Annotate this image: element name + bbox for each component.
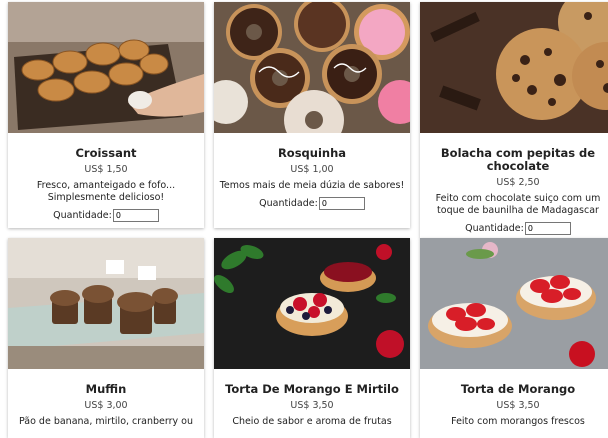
quantity-input[interactable]	[318, 197, 365, 210]
quantity-row: Quantidade:	[424, 222, 608, 235]
product-description: Feito com morangos frescos	[451, 416, 585, 427]
product-price: US$ 1,50	[84, 164, 128, 175]
quantity-row: Quantidade:	[218, 197, 406, 210]
product-name: Croissant	[75, 146, 137, 160]
quantity-input[interactable]	[112, 209, 159, 222]
quantity-label: Quantidade:	[465, 223, 524, 234]
quantity-label: Quantidade:	[53, 210, 112, 221]
product-name: Bolacha com pepitas de chocolate	[440, 146, 596, 173]
product-card-muffin: Muffin US$ 3,00 Pão de banana, mirtilo, …	[8, 238, 204, 438]
product-name: Muffin	[85, 382, 127, 396]
muffin-photo	[8, 238, 204, 369]
product-card-torta-morango: Torta de Morango US$ 3,50 Feito com mora…	[420, 238, 608, 438]
product-price: US$ 2,50	[496, 177, 540, 188]
product-description: Temos mais de meia dúzia de sabores!	[219, 180, 405, 191]
product-price: US$ 3,50	[496, 400, 540, 411]
product-card-rosquinha: Rosquinha US$ 1,00 Temos mais de meia dú…	[214, 2, 410, 228]
product-price: US$ 3,50	[290, 400, 334, 411]
product-card-croissant: Croissant US$ 1,50 Fresco, amanteigado e…	[8, 2, 204, 228]
berry-tart-photo	[214, 238, 410, 369]
product-description: Feito com chocolate suiço com um toque d…	[435, 193, 601, 216]
croissant-photo	[8, 2, 204, 133]
quantity-input[interactable]	[524, 222, 571, 235]
product-description: Pão de banana, mirtilo, cranberry ou	[18, 416, 194, 427]
product-card-bolacha: Bolacha com pepitas de chocolate US$ 2,5…	[420, 2, 608, 238]
cookies-photo	[420, 2, 608, 133]
quantity-label: Quantidade:	[259, 198, 318, 209]
product-name: Torta De Morango E Mirtilo	[225, 382, 399, 396]
product-card-torta-morango-mirtilo: Torta De Morango E Mirtilo US$ 3,50 Chei…	[214, 238, 410, 438]
product-price: US$ 3,00	[84, 400, 128, 411]
product-price: US$ 1,00	[290, 164, 334, 175]
quantity-row: Quantidade:	[12, 209, 200, 222]
product-description: Fresco, amanteigado e fofo... Simplesmen…	[36, 180, 176, 203]
product-name: Torta de Morango	[460, 382, 576, 396]
product-description: Cheio de sabor e aroma de frutas	[232, 416, 392, 427]
product-name: Rosquinha	[277, 146, 347, 160]
strawberry-tart-photo	[420, 238, 608, 369]
donuts-photo	[214, 2, 410, 133]
